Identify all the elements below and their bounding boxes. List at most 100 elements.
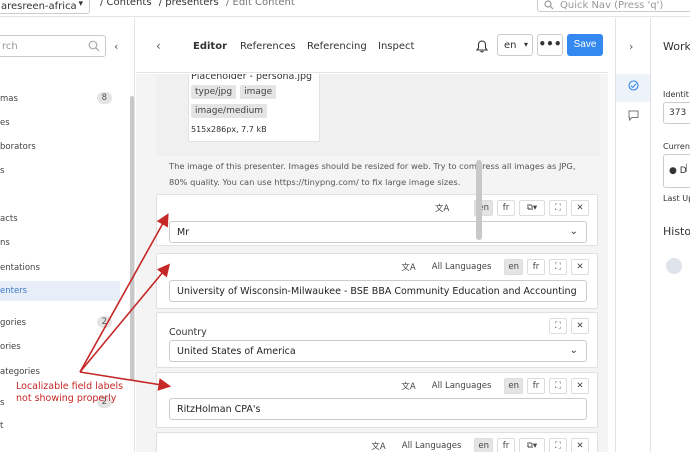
company-input[interactable]: RitzHolman CPA's — [169, 398, 587, 420]
fullscreen-icon[interactable]: ⛶ — [549, 438, 567, 452]
image-field-hint: The image of this presenter. Images shou… — [169, 161, 576, 187]
sidebar-item[interactable]: s — [0, 161, 120, 181]
sidebar-item-label: mas — [0, 94, 18, 104]
copy-dropdown-icon[interactable]: ⧉▾ — [519, 200, 545, 216]
field-toolbar: 文A All Languages en fr ⛶ ✕ — [398, 259, 589, 275]
country-select[interactable]: United States of America ⌄ — [169, 340, 587, 362]
more-options-button[interactable]: ••• — [537, 34, 563, 56]
field-education: 文A All Languages en fr ⛶ ✕ University of… — [156, 253, 598, 309]
search-icon — [544, 0, 554, 10]
sidebar-item[interactable]: ategories — [0, 362, 120, 382]
app-name: aresreen-africa — [1, 1, 77, 12]
sidebar-item[interactable] — [0, 185, 120, 205]
workflow-panel: Work Identit 373 Curren ● D Last Up ▏ Hi… — [652, 18, 690, 452]
company-value: RitzHolman CPA's — [177, 404, 261, 415]
tab-inspect[interactable]: Inspect — [378, 41, 414, 52]
back-chevron-icon[interactable]: ‹ — [156, 39, 161, 53]
all-languages-toggle[interactable]: All Languages — [429, 259, 495, 275]
asset-tags: type/jpg image — [191, 85, 277, 99]
all-languages-toggle[interactable]: All Languages — [429, 378, 495, 394]
bell-icon[interactable] — [476, 40, 488, 53]
field-company: 文A All Languages en fr ⛶ ✕ RitzHolman CP… — [156, 372, 598, 428]
count-badge: 8 — [96, 92, 112, 104]
asset-tag: type/jpg — [191, 85, 237, 99]
sidebar-item-presenters[interactable]: enters — [0, 281, 120, 301]
close-icon[interactable]: ✕ — [571, 438, 589, 452]
lang-en-button[interactable]: en — [504, 378, 523, 394]
panel-title: Work — [663, 40, 690, 53]
title-select[interactable]: Mr ⌄ — [169, 221, 587, 243]
lang-en-button[interactable]: en — [504, 259, 523, 275]
chevron-down-icon: ▾ — [78, 0, 83, 9]
close-icon[interactable]: ✕ — [571, 259, 589, 275]
sidebar-item-label: entations — [0, 263, 40, 273]
tab-editor[interactable]: Editor — [193, 41, 227, 52]
sidebar-item-label: enters — [0, 286, 28, 296]
tab-references[interactable]: References — [240, 41, 296, 52]
app-selector[interactable]: aresreen-africa ▾ — [0, 0, 90, 14]
quick-nav-placeholder: Quick Nav (Press 'q') — [560, 0, 664, 11]
close-icon[interactable]: ✕ — [571, 200, 589, 216]
field-toolbar: 文A en fr ⧉▾ ⛶ ✕ — [432, 200, 589, 216]
identity-field[interactable]: 373 — [663, 102, 690, 124]
sidebar-item[interactable]: ories — [0, 337, 120, 357]
lang-fr-button[interactable]: fr — [497, 200, 515, 216]
field-title: 文A en fr ⧉▾ ⛶ ✕ Mr ⌄ — [156, 194, 598, 246]
close-icon[interactable]: ✕ — [571, 318, 589, 334]
editor-header: ‹ Editor References Referencing Inspect … — [136, 18, 608, 73]
sidebar-item[interactable]: entations — [0, 258, 120, 278]
tab-referencing[interactable]: Referencing — [307, 41, 367, 52]
translate-icon[interactable]: 文A — [398, 259, 418, 275]
fullscreen-icon[interactable]: ⛶ — [549, 200, 567, 216]
workflow-icon[interactable] — [628, 80, 639, 91]
fullscreen-icon[interactable]: ⛶ — [549, 318, 567, 334]
sidebar-item[interactable]: ns — [0, 233, 120, 253]
breadcrumb-presenters[interactable]: / presenters — [159, 0, 219, 8]
editor-scrollbar[interactable] — [476, 160, 482, 240]
language-select[interactable]: en ▾ — [497, 34, 533, 56]
breadcrumb-edit-content: / Edit Content — [225, 0, 295, 8]
field-toolbar: ⛶ ✕ — [549, 318, 589, 334]
sidebar-item-label: es — [0, 118, 10, 128]
sidebar-item[interactable]: acts — [0, 209, 120, 229]
sidebar-item[interactable]: gories 2 — [0, 313, 120, 333]
chevron-down-icon: ⌄ — [569, 226, 578, 237]
comment-icon[interactable] — [628, 110, 639, 121]
translate-icon[interactable]: 文A — [432, 200, 452, 216]
lang-fr-button[interactable]: fr — [527, 378, 545, 394]
copy-dropdown-icon[interactable]: ⧉▾ — [519, 438, 545, 452]
status-value: ● D — [669, 166, 687, 176]
top-bar: aresreen-africa ▾ / Contents / presenter… — [0, 0, 690, 17]
sidebar-scrollbar[interactable] — [130, 96, 134, 381]
save-button[interactable]: Save — [567, 34, 603, 56]
asset-dimensions: 515x286px, 7.7 kB — [191, 125, 267, 134]
right-rail: › — [615, 18, 651, 452]
sidebar-item-label: t — [0, 421, 4, 431]
sidebar-search-input[interactable]: rch — [0, 35, 106, 57]
fullscreen-icon[interactable]: ⛶ — [549, 378, 567, 394]
breadcrumb-contents[interactable]: / Contents — [100, 0, 152, 8]
translate-icon[interactable]: 文A — [368, 438, 388, 452]
lang-en-button[interactable]: en — [474, 438, 493, 452]
sidebar-item[interactable]: t — [0, 416, 120, 436]
field-country: ⛶ ✕ Country United States of America ⌄ — [156, 312, 598, 368]
last-updated-label: Last Up — [663, 194, 690, 203]
close-icon[interactable]: ✕ — [571, 378, 589, 394]
education-input[interactable]: University of Wisconsin-Milwaukee - BSE … — [169, 280, 587, 302]
all-languages-toggle[interactable]: All Languages — [399, 438, 465, 452]
lang-fr-button[interactable]: fr — [497, 438, 515, 452]
collapse-sidebar-icon[interactable]: ‹ — [114, 40, 118, 53]
sidebar-item[interactable]: borators — [0, 137, 120, 157]
asset-card[interactable]: Placeholder - persona.jpg type/jpg image… — [188, 74, 320, 142]
sidebar-item-label: s — [0, 398, 5, 408]
collapse-panel-icon[interactable]: › — [629, 40, 633, 53]
asset-tags: image/medium — [191, 104, 268, 118]
quick-nav-input[interactable]: Quick Nav (Press 'q') — [537, 0, 690, 12]
sidebar-item-label: borators — [0, 142, 36, 152]
fullscreen-icon[interactable]: ⛶ — [549, 259, 567, 275]
translate-icon[interactable]: 文A — [398, 378, 418, 394]
sidebar-item-label: ories — [0, 342, 21, 352]
lang-fr-button[interactable]: fr — [527, 259, 545, 275]
sidebar-item[interactable]: es — [0, 113, 120, 133]
sidebar-item[interactable]: mas 8 — [0, 89, 120, 109]
